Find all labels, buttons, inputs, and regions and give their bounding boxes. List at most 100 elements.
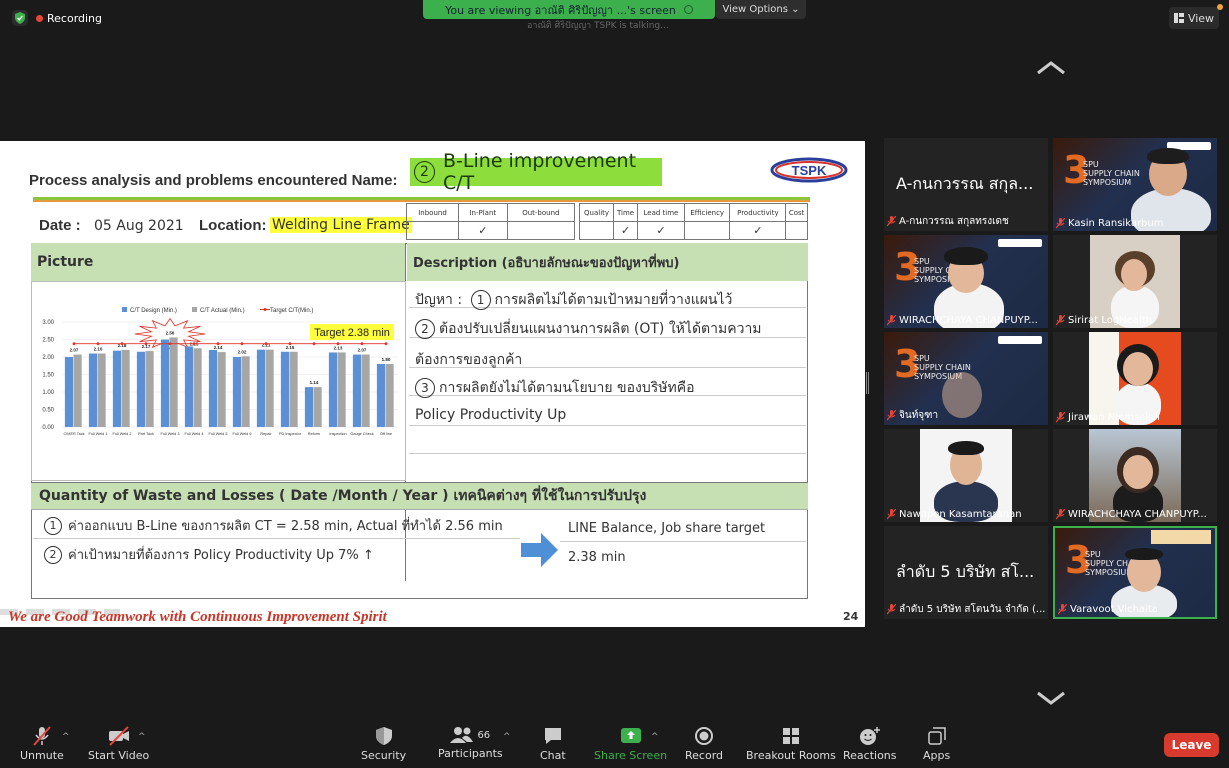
chart-bar — [280, 351, 290, 427]
chart-target-point — [96, 342, 100, 346]
video-off-icon — [108, 726, 129, 746]
problem-line: Policy Productivity Up — [415, 407, 567, 423]
participant-tile[interactable]: Nawapon Kasamtaranan — [884, 429, 1048, 522]
breakout-rooms-icon — [782, 728, 799, 744]
result-line: LINE Balance, Job share target — [568, 521, 766, 536]
chart-bar — [73, 354, 82, 427]
chart-target-point — [384, 342, 388, 346]
video-options-caret-icon[interactable]: ^ — [138, 732, 146, 742]
cycle-time-chart: 3.00 2.50 2.00 1.50 1.00 0.50 0.00 C/T Design (… — [31, 281, 406, 481]
chart-bar — [337, 352, 346, 427]
security-button[interactable]: Security — [361, 726, 406, 762]
shared-screen-slide: Process analysis and problems encountere… — [0, 141, 865, 627]
chart-target-point — [360, 342, 364, 346]
participant-tile[interactable]: Jirawan Niemsakul — [1053, 332, 1217, 425]
share-screen-icon — [620, 728, 641, 743]
participant-tile[interactable]: WIRACHCHAYA CHANPUYP... — [1053, 429, 1217, 522]
participant-tile[interactable]: ลำดับ 5 บริษัท สโ... ลำดับ 5 บริษัท สโตน… — [884, 526, 1048, 619]
chart-target-point — [120, 342, 124, 346]
picture-header: Picture — [31, 243, 405, 281]
chart-x-tick-label: Repair — [260, 432, 272, 436]
participant-name: Jirawan Niemsakul — [1068, 412, 1160, 423]
audio-options-caret-icon[interactable]: ^ — [62, 732, 70, 742]
viewing-banner-text: You are viewing อาณัติ ศิริปัญญา ...'s s… — [445, 3, 676, 17]
checklist-header: Lead time — [636, 203, 685, 222]
slide-motto: We are Good Teamwork with Continuous Imp… — [8, 609, 387, 625]
slide-title: Process analysis and problems encountere… — [29, 172, 398, 189]
chart-bar — [232, 357, 242, 427]
divider — [33, 538, 520, 539]
chart-bar — [313, 387, 322, 427]
chart-bar — [328, 352, 338, 427]
problem-line: ปัญหา : 1 การผลิตไม่ได้ตามเป้าหมายที่วางแ… — [415, 290, 733, 310]
chart-target-point — [216, 342, 220, 346]
chart-x-tick-label: Full Weld 1 — [89, 432, 108, 436]
divider — [409, 453, 806, 454]
chart-bar — [97, 353, 106, 427]
checklist-mark — [506, 221, 576, 240]
share-options-caret-icon[interactable]: ^ — [651, 732, 659, 742]
chart-target-point — [144, 342, 148, 346]
participant-tile[interactable]: Sirirat LogHealth — [1053, 235, 1217, 328]
view-button[interactable]: View — [1169, 7, 1219, 29]
recording-status[interactable]: Recording — [36, 12, 102, 25]
viewing-banner: You are viewing อาณัติ ศิริปัญญา ...'s s… — [423, 0, 715, 19]
checklist-header: Productivity — [729, 203, 787, 222]
split-resize-handle[interactable] — [866, 372, 869, 394]
description-header: Description (อธิบายลักษณะของปัญหาที่พบ) — [407, 243, 808, 281]
kpi-checklist: Quality Time Lead time Efficiency Produc… — [578, 203, 808, 240]
apps-icon — [927, 727, 946, 745]
smiley-icon — [859, 727, 880, 745]
participant-tile[interactable]: 3 SPU SUPPLY CHAIN SYMPOSIUM จินท์จุฑา — [884, 332, 1048, 425]
record-button[interactable]: Record — [685, 726, 723, 762]
participant-name: WIRACHCHAYA CHANPUYP... — [1068, 509, 1207, 520]
chevron-down-icon: ⌄ — [791, 4, 800, 15]
security-shield-icon[interactable] — [12, 10, 28, 26]
leave-button[interactable]: Leave — [1164, 733, 1219, 757]
divider — [560, 541, 806, 542]
muted-mic-icon — [1056, 509, 1066, 520]
chart-bar — [169, 337, 178, 427]
chart-x-tick-label: Reform — [308, 432, 320, 436]
reactions-button[interactable]: Reactions — [843, 726, 897, 762]
chat-button[interactable]: Chat — [540, 726, 566, 762]
chart-x-tick-label: Full Weld 4 — [185, 432, 204, 436]
checklist-mark — [406, 221, 459, 240]
chart-bar — [184, 346, 194, 427]
chart-x-tick-label: Gauge Check — [350, 432, 373, 436]
participant-initial-name: ลำดับ 5 บริษัท สโ... — [896, 562, 1035, 581]
participant-tile[interactable]: 3 SPU SUPPLY CHAIN SYMPOSIUM WIRACHCHAYA CH… — [884, 235, 1048, 328]
participants-caret-icon[interactable]: ^ — [503, 732, 511, 742]
chart-bar — [361, 354, 370, 427]
chart-bar — [241, 356, 250, 427]
breakout-rooms-button[interactable]: Breakout Rooms — [746, 726, 836, 762]
chart-legend-swatch — [122, 307, 127, 312]
checklist-mark — [683, 221, 731, 240]
participant-name: Nawapon Kasamtaranan — [899, 509, 1022, 520]
chart-y-tick-label: 3.00 — [42, 320, 54, 326]
title-underline-orange — [33, 200, 810, 202]
unmute-button[interactable]: Unmute — [20, 726, 64, 762]
muted-microphone-icon — [33, 726, 51, 746]
circled-number: 3 — [415, 378, 435, 398]
participants-button[interactable]: 66 Participants — [438, 726, 503, 760]
chart-y-tick-label: 2.00 — [42, 355, 54, 361]
gallery-scroll-down-icon[interactable] — [1036, 690, 1066, 709]
chart-y-tick-label: 0.00 — [42, 425, 54, 431]
talking-indicator: อาณัติ ศิริปัญญา TSPK is talking... — [527, 21, 669, 30]
muted-mic-icon — [887, 603, 897, 615]
chart-target-point — [192, 342, 196, 346]
gallery-scroll-up-icon[interactable] — [1036, 60, 1066, 79]
chart-bar — [265, 349, 274, 427]
participant-tile[interactable]: A-กนกวรรณ สกุล... A-กนกวรรณ สกุลทรงเดช — [884, 138, 1048, 231]
view-options-button[interactable]: View Options ⌄ — [716, 0, 806, 19]
date-label: Date : — [39, 217, 81, 234]
checklist-mark — [785, 221, 808, 240]
chart-x-tick-label: Full Weld 5 — [209, 432, 228, 436]
participant-tile[interactable]: 3 SPU SUPPLY CHAIN SYMPOSIUM Kasin Ransikar… — [1053, 138, 1217, 231]
participant-tile-active-speaker[interactable]: 3 SPU SUPPLY CHAIN SYMPOSIUM Varavoot Vicha… — [1053, 526, 1217, 619]
chart-data-label: 2.13 — [334, 345, 343, 350]
chart-legend-label: Target C/T(Min.) — [270, 308, 313, 314]
apps-button[interactable]: Apps — [923, 726, 950, 762]
checklist-header: Efficiency — [683, 203, 731, 222]
